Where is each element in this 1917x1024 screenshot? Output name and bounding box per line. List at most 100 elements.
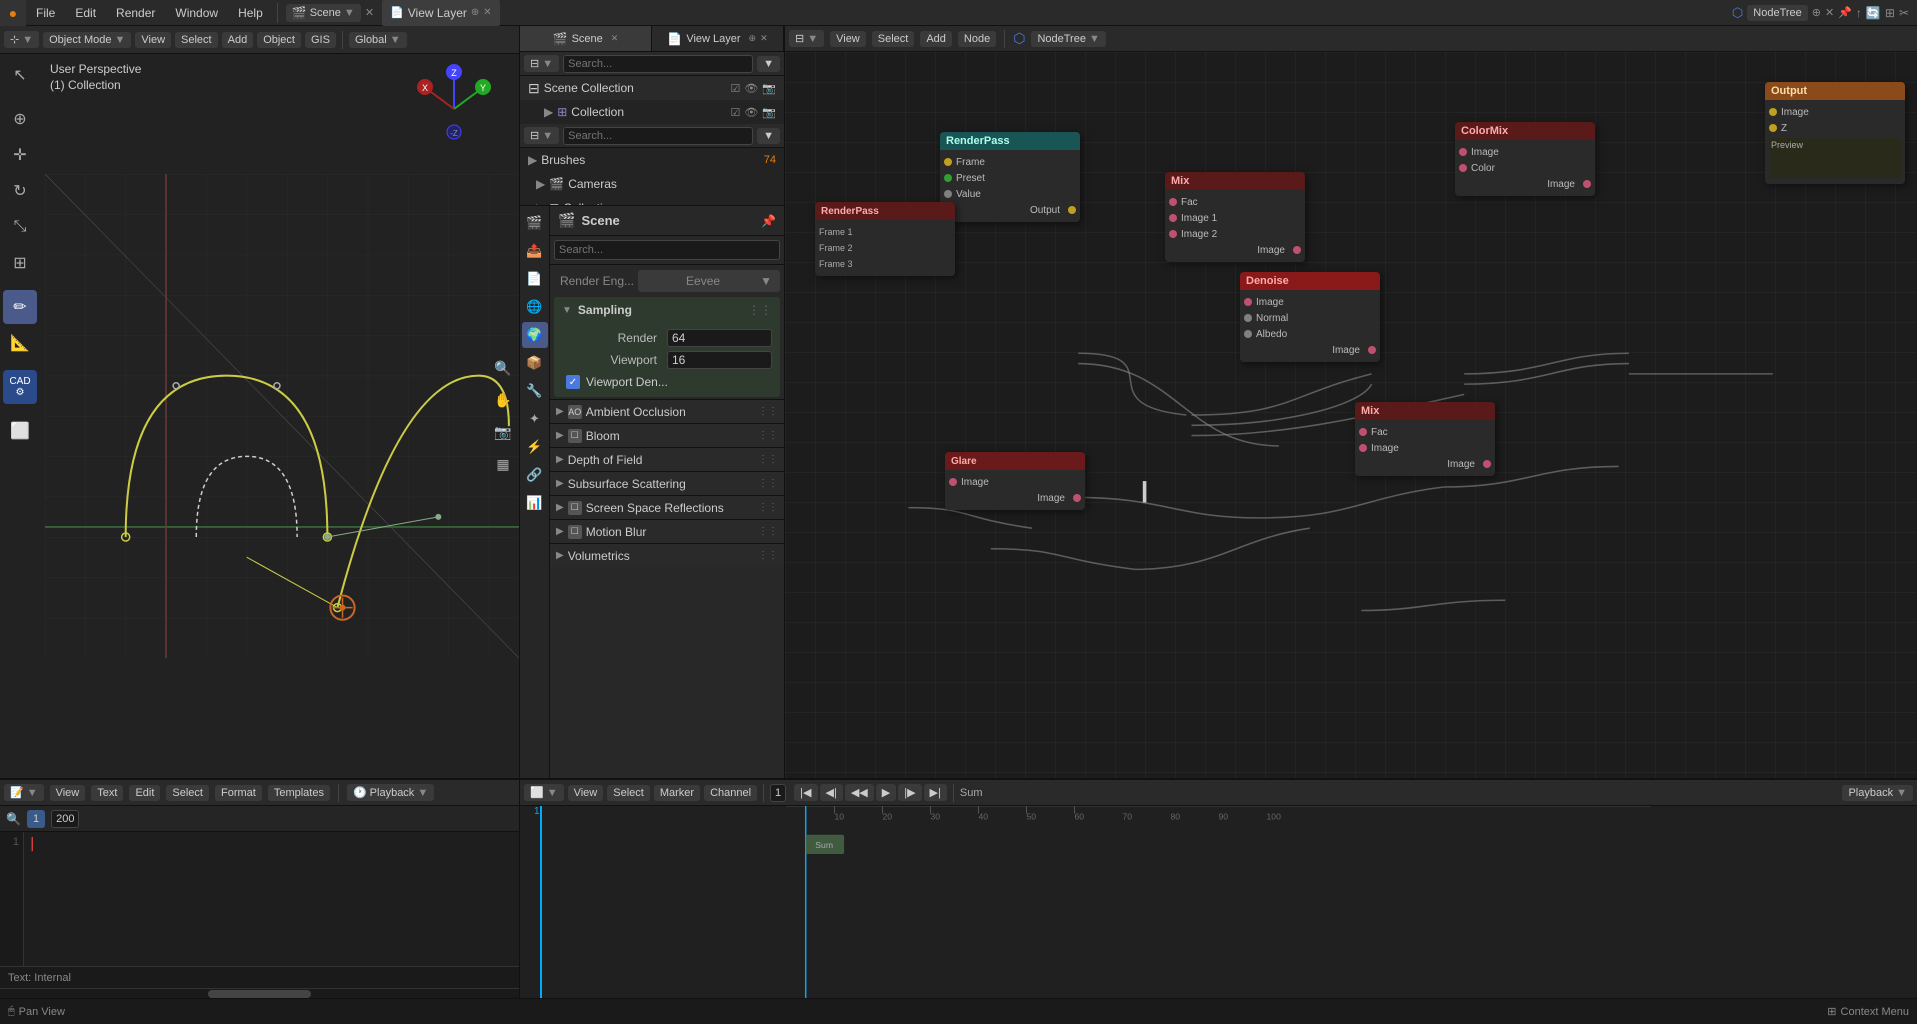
render-preview-btn[interactable]: ▦ bbox=[489, 450, 517, 478]
node-select-menu[interactable]: Select bbox=[872, 31, 915, 47]
vol-dots[interactable]: ⋮⋮ bbox=[758, 550, 778, 561]
frame-end-input[interactable]: 200 bbox=[51, 810, 79, 828]
bloom-section[interactable]: ▶ ☐ Bloom ⋮⋮ bbox=[550, 423, 784, 447]
mb-checkbox[interactable]: ☐ bbox=[568, 525, 582, 539]
editor-type-dropdown[interactable]: ⊹ ▼ bbox=[4, 31, 39, 48]
measure-tool[interactable]: 📐 bbox=[3, 326, 37, 360]
timeline-type[interactable]: ⬜ ▼ bbox=[524, 784, 564, 801]
scene-props-btn[interactable]: 🌐 bbox=[522, 294, 548, 320]
node-node-menu[interactable]: Node bbox=[958, 31, 996, 47]
scene-tab[interactable]: 🎬 Scene ✕ bbox=[520, 26, 652, 51]
ao-dots[interactable]: ⋮⋮ bbox=[758, 406, 778, 417]
data-search[interactable] bbox=[563, 127, 753, 145]
outliner-search[interactable] bbox=[563, 55, 753, 73]
scale-tool[interactable]: ⤡ bbox=[3, 210, 37, 244]
view-layer-props-btn[interactable]: 📄 bbox=[522, 266, 548, 292]
view-layer-tab-close[interactable]: ✕ bbox=[760, 33, 768, 44]
gis-menu[interactable]: GIS bbox=[305, 32, 336, 48]
ssr-dots[interactable]: ⋮⋮ bbox=[758, 502, 778, 513]
toolbar-icon-4[interactable]: ✂ bbox=[1899, 6, 1909, 20]
node-small-red[interactable]: Glare Image Image bbox=[945, 452, 1085, 510]
timeline-channel[interactable]: Channel bbox=[704, 785, 757, 801]
select-tool[interactable]: ↖ bbox=[3, 58, 37, 92]
collection-item[interactable]: ▶ ⊞ Collection ☑ 👁 📷 bbox=[520, 100, 784, 124]
nodetree-dropdown[interactable]: NodeTree bbox=[1747, 5, 1808, 21]
outliner-filter[interactable]: ▼ bbox=[757, 56, 780, 72]
camera-btn[interactable]: 📷 bbox=[489, 418, 517, 446]
node-pink-1[interactable]: Mix Fac Image 1 Image 2 Image bbox=[1165, 172, 1305, 262]
sss-dots[interactable]: ⋮⋮ bbox=[758, 478, 778, 489]
timeline-select[interactable]: Select bbox=[607, 785, 650, 801]
global-dropdown[interactable]: Global ▼ bbox=[349, 32, 407, 48]
scrollbar-thumb[interactable] bbox=[208, 990, 312, 998]
text-h-scrollbar[interactable] bbox=[0, 988, 519, 998]
node-editor-type[interactable]: ⊟ ▼ bbox=[789, 30, 824, 47]
menu-edit[interactable]: Edit bbox=[65, 0, 106, 26]
play-reverse-btn[interactable]: ◀◀ bbox=[845, 784, 874, 801]
modifier-props-btn[interactable]: 🔧 bbox=[522, 378, 548, 404]
object-menu[interactable]: Object bbox=[257, 32, 301, 48]
playback-btn[interactable]: 🕐 Playback ▼ bbox=[347, 784, 434, 801]
annotate-tool[interactable]: ✏ bbox=[3, 290, 37, 324]
scene-mode-dropdown[interactable]: 🎬 Scene ▼ bbox=[286, 4, 361, 22]
viewport-value[interactable]: 16 bbox=[667, 351, 772, 369]
view-layer-close[interactable]: ✕ bbox=[483, 7, 491, 18]
node-frame-inner[interactable]: RenderPass Frame 1 Frame 2 Frame 3 bbox=[815, 202, 955, 276]
data-filter[interactable]: ▼ bbox=[757, 128, 780, 144]
magnify-btn[interactable]: 🔍 bbox=[489, 354, 517, 382]
node-add-menu[interactable]: Add bbox=[920, 31, 952, 47]
jump-start-btn[interactable]: |◀ bbox=[794, 784, 817, 801]
menu-help[interactable]: Help bbox=[228, 0, 273, 26]
text-text-menu[interactable]: Text bbox=[91, 785, 123, 801]
jump-end-btn[interactable]: ▶| bbox=[924, 784, 947, 801]
magnifier-icon[interactable]: 🔍 bbox=[6, 812, 21, 826]
render-value[interactable]: 64 bbox=[667, 329, 772, 347]
nodetree-selector[interactable]: NodeTree ▼ bbox=[1031, 31, 1105, 47]
text-edit-menu[interactable]: Edit bbox=[129, 785, 160, 801]
node-pink-cluster[interactable]: ColorMix Image Color Image bbox=[1455, 122, 1595, 196]
move-tool[interactable]: ✛ bbox=[3, 138, 37, 172]
add-cube-tool[interactable]: ⬜ bbox=[3, 414, 37, 448]
output-props-btn[interactable]: 📤 bbox=[522, 238, 548, 264]
motion-blur-section[interactable]: ▶ ☐ Motion Blur ⋮⋮ bbox=[550, 519, 784, 543]
data-props-btn[interactable]: 📊 bbox=[522, 490, 548, 516]
render-engine-dropdown[interactable]: Eevee ▼ bbox=[638, 270, 780, 292]
mode-dropdown[interactable]: Object Mode ▼ bbox=[43, 32, 131, 48]
ambient-occlusion-section[interactable]: ▶ AO Ambient Occlusion ⋮⋮ bbox=[550, 399, 784, 423]
text-select-menu[interactable]: Select bbox=[166, 785, 209, 801]
play-btn[interactable]: ▶ bbox=[876, 784, 896, 801]
menu-render[interactable]: Render bbox=[106, 0, 165, 26]
render-props-btn[interactable]: 🎬 bbox=[522, 210, 548, 236]
depth-of-field-section[interactable]: ▶ Depth of Field ⋮⋮ bbox=[550, 447, 784, 471]
text-view-menu[interactable]: View bbox=[50, 785, 86, 801]
select-menu[interactable]: Select bbox=[175, 32, 218, 48]
tab-close-scene[interactable]: ✕ bbox=[365, 6, 374, 19]
eye-icon[interactable]: 👁 bbox=[744, 82, 758, 95]
ssr-section[interactable]: ▶ ☐ Screen Space Reflections ⋮⋮ bbox=[550, 495, 784, 519]
subsurface-section[interactable]: ▶ Subsurface Scattering ⋮⋮ bbox=[550, 471, 784, 495]
pin-icon[interactable]: 📌 bbox=[761, 214, 776, 228]
outliner-type[interactable]: ⊟ ▼ bbox=[524, 55, 559, 72]
cursor-tool[interactable]: ⊕ bbox=[3, 102, 37, 136]
constraints-props-btn[interactable]: 🔗 bbox=[522, 462, 548, 488]
sampling-dots[interactable]: ⋮⋮ bbox=[748, 303, 772, 317]
view-layer-tab-copy[interactable]: ⊕ bbox=[749, 33, 757, 44]
mb-dots[interactable]: ⋮⋮ bbox=[758, 526, 778, 537]
viewport-3d[interactable]: ↖ ⊕ ✛ ↻ ⤡ ⊞ ✏ 📐 CAD⚙ ⬜ User Perspective … bbox=[0, 54, 519, 778]
prev-keyframe-btn[interactable]: ◀| bbox=[820, 784, 843, 801]
menu-file[interactable]: File bbox=[26, 0, 65, 26]
cad-tool[interactable]: CAD⚙ bbox=[3, 370, 37, 404]
node-canvas[interactable]: RenderPass Frame Preset Value Output Mix… bbox=[785, 52, 1917, 778]
nodetree-copy[interactable]: ⊕ bbox=[1812, 6, 1821, 19]
next-keyframe-btn[interactable]: |▶ bbox=[898, 784, 921, 801]
sampling-header[interactable]: ▼ Sampling ⋮⋮ bbox=[554, 297, 780, 323]
collections-item[interactable]: ▶ ⊞ Collections bbox=[520, 196, 784, 206]
view-layer-tab[interactable]: 📄 View Layer ⊕ ✕ bbox=[652, 26, 784, 51]
node-red-lower[interactable]: Denoise Image Normal Albedo Image bbox=[1240, 272, 1380, 362]
node-view-menu[interactable]: View bbox=[830, 31, 866, 47]
checkbox-icon[interactable]: ☑ bbox=[730, 82, 740, 95]
scene-collection-item[interactable]: ⊟ Scene Collection ☑ 👁 📷 bbox=[520, 76, 784, 100]
playback-menu[interactable]: Playback ▼ bbox=[1842, 785, 1913, 801]
text-format-menu[interactable]: Format bbox=[215, 785, 262, 801]
physics-props-btn[interactable]: ⚡ bbox=[522, 434, 548, 460]
